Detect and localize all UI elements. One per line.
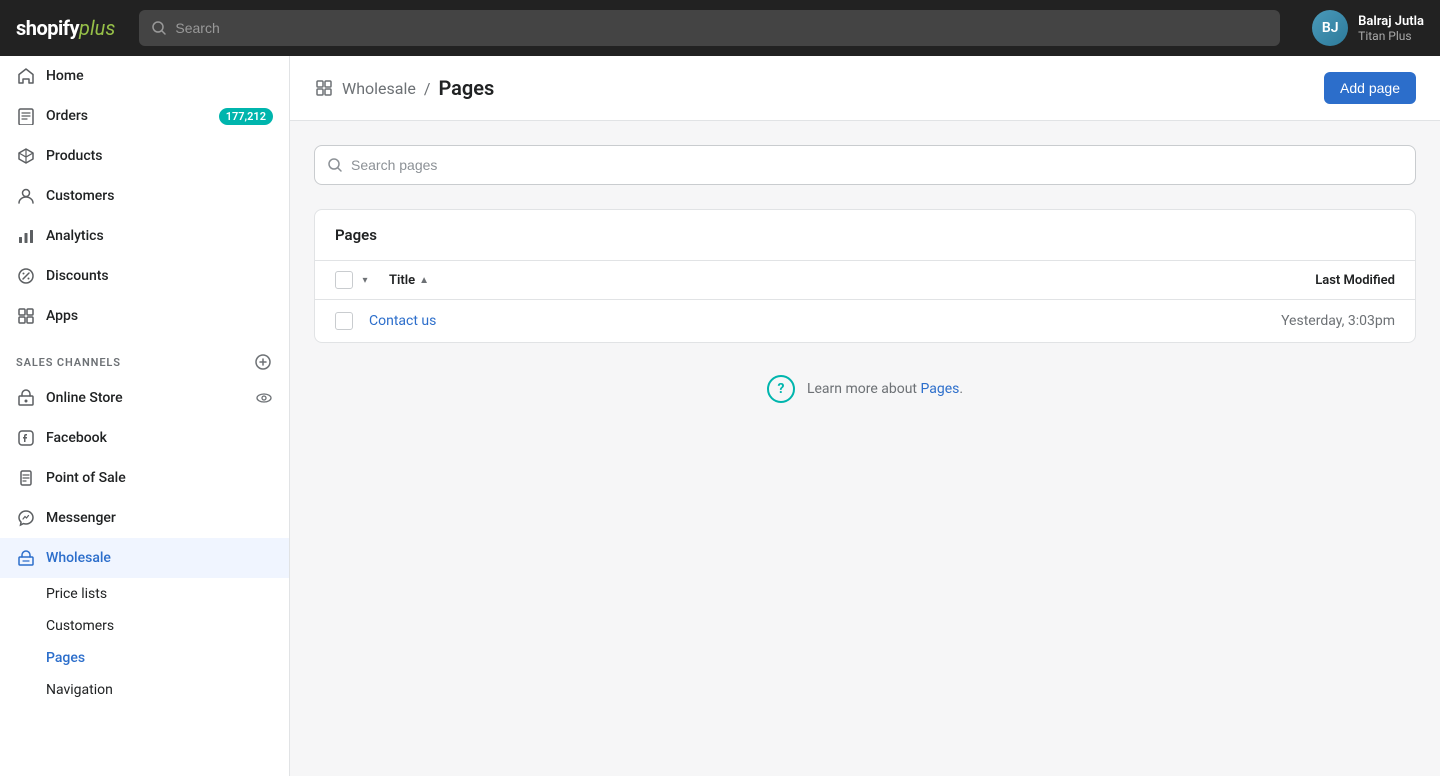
main-content: Wholesale / Pages Add page Pages [290,56,1440,776]
sidebar-sub-pages-label: Pages [46,650,85,666]
learn-more-section: ? Learn more about Pages. [314,343,1416,435]
logo[interactable]: shopifyplus [16,16,115,40]
pages-section: Pages ▾ Title ▲ Last Modified [314,209,1416,343]
sidebar-item-home-label: Home [46,68,84,84]
sidebar-item-messenger[interactable]: Messenger [0,498,289,538]
logo-shopify: shopify [16,16,79,40]
sidebar-sub-navigation[interactable]: Navigation [0,674,289,706]
header-checkbox[interactable] [335,271,353,289]
sidebar-sub-price-lists[interactable]: Price lists [0,578,289,610]
breadcrumb-current-page: Pages [438,76,494,100]
add-channel-button[interactable] [253,352,273,372]
orders-icon [16,106,36,126]
sidebar-item-apps-label: Apps [46,308,78,324]
col-last-modified-header: Last Modified [1195,273,1395,288]
question-circle-icon: ? [767,375,795,403]
col-title-label: Title [389,273,415,288]
avatar: BJ [1312,10,1348,46]
wholesale-breadcrumb-icon [314,78,334,98]
sidebar: Home Orders 177,212 Products [0,56,290,776]
top-navigation: shopifyplus BJ Balraj Jutla Titan Plus [0,0,1440,56]
sidebar-item-discounts-label: Discounts [46,268,109,284]
sidebar-item-pos[interactable]: Point of Sale [0,458,289,498]
search-input[interactable] [175,20,1268,36]
facebook-icon [16,428,36,448]
user-name: Balraj Jutla [1358,14,1424,29]
breadcrumb-wholesale-link[interactable]: Wholesale [342,79,416,98]
learn-more-text: Learn more about Pages. [807,381,963,397]
apps-icon [16,306,36,326]
row-last-modified: Yesterday, 3:03pm [1195,313,1395,329]
sidebar-sub-customers-label: Customers [46,618,114,634]
sidebar-item-products[interactable]: Products [0,136,289,176]
header-checkbox-wrapper[interactable]: ▾ [335,271,373,289]
search-pages-icon [327,157,343,173]
pages-section-title: Pages [315,210,1415,261]
sidebar-item-messenger-label: Messenger [46,510,116,526]
messenger-icon [16,508,36,528]
user-info: Balraj Jutla Titan Plus [1358,14,1424,43]
products-icon [16,146,36,166]
breadcrumb: Wholesale / Pages [314,76,494,100]
content-header: Wholesale / Pages Add page [290,56,1440,121]
discounts-icon [16,266,36,286]
sidebar-item-analytics[interactable]: Analytics [0,216,289,256]
user-store: Titan Plus [1358,29,1424,43]
search-pages-input[interactable] [351,157,1403,173]
sidebar-item-customers-label: Customers [46,188,114,204]
col-title-header[interactable]: Title ▲ [389,273,429,288]
sidebar-item-pos-label: Point of Sale [46,470,126,486]
store-icon [16,388,36,408]
sidebar-item-facebook-label: Facebook [46,430,107,446]
table-header: ▾ Title ▲ Last Modified [315,261,1415,300]
sidebar-item-wholesale-label: Wholesale [46,550,111,566]
learn-more-pages-link[interactable]: Pages [920,381,959,397]
sidebar-item-wholesale[interactable]: Wholesale [0,538,289,578]
sidebar-sub-customers[interactable]: Customers [0,610,289,642]
search-icon [151,20,167,36]
table-row: Contact us Yesterday, 3:03pm [315,300,1415,342]
sidebar-item-customers[interactable]: Customers [0,176,289,216]
add-page-button[interactable]: Add page [1324,72,1416,104]
sales-channels-section: SALES CHANNELS [0,336,289,378]
sidebar-sub-navigation-label: Navigation [46,682,113,698]
sidebar-item-online-store-label: Online Store [46,390,123,406]
wholesale-icon [16,548,36,568]
sidebar-item-discounts[interactable]: Discounts [0,256,289,296]
row-checkbox[interactable] [335,312,353,330]
search-bar[interactable] [139,10,1280,46]
content-body: Pages ▾ Title ▲ Last Modified [290,121,1440,459]
col-sort-icon: ▲ [419,275,429,286]
sidebar-item-orders-label: Orders [46,108,88,124]
sidebar-item-online-store[interactable]: Online Store [0,378,289,418]
sidebar-sub-price-lists-label: Price lists [46,586,107,602]
user-area: BJ Balraj Jutla Titan Plus [1312,10,1424,46]
home-icon [16,66,36,86]
main-layout: Home Orders 177,212 Products [0,56,1440,776]
orders-badge: 177,212 [219,108,273,125]
row-title-link[interactable]: Contact us [369,313,1179,329]
eye-icon[interactable] [255,389,273,407]
analytics-icon [16,226,36,246]
sidebar-item-products-label: Products [46,148,103,164]
breadcrumb-separator: / [424,79,431,98]
customers-icon [16,186,36,206]
logo-plus: plus [79,16,115,40]
sales-channels-label: SALES CHANNELS [16,356,121,369]
sidebar-item-facebook[interactable]: Facebook [0,418,289,458]
search-pages-bar[interactable] [314,145,1416,185]
header-checkbox-dropdown[interactable]: ▾ [357,272,373,288]
sidebar-item-orders[interactable]: Orders 177,212 [0,96,289,136]
sidebar-sub-pages[interactable]: Pages [0,642,289,674]
sidebar-item-apps[interactable]: Apps [0,296,289,336]
sidebar-item-analytics-label: Analytics [46,228,104,244]
sidebar-item-home[interactable]: Home [0,56,289,96]
pos-icon [16,468,36,488]
